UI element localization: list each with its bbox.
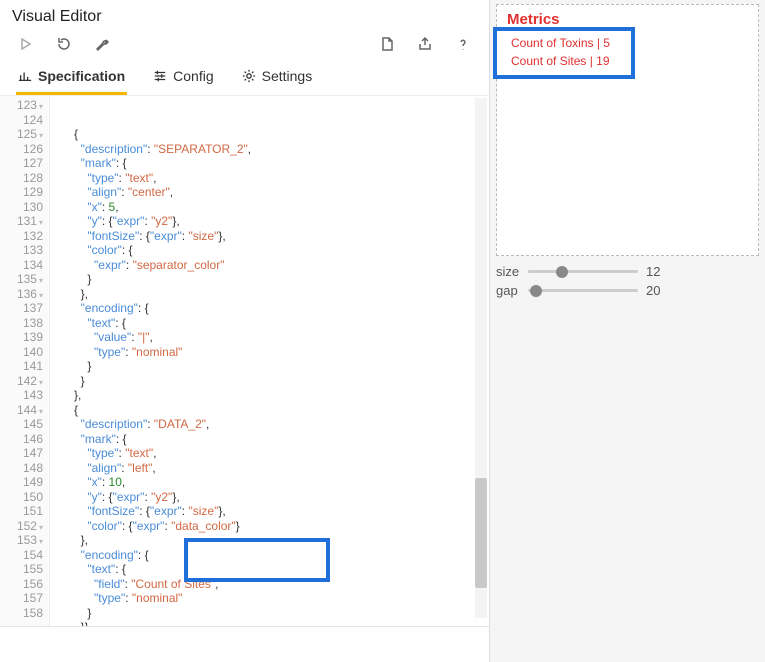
slider-thumb[interactable] xyxy=(530,285,542,297)
slider-thumb[interactable] xyxy=(556,266,568,278)
visual-editor-panel: Visual Editor Specification xyxy=(0,0,490,662)
bar-chart-icon xyxy=(18,69,32,83)
size-slider[interactable]: size 12 xyxy=(496,264,759,279)
slider-track[interactable] xyxy=(528,270,638,273)
metrics-title: Metrics xyxy=(507,11,748,28)
parameter-sliders: size 12 gap 20 xyxy=(496,264,759,302)
code-editor[interactable]: 1231241251261271281291301311321331341351… xyxy=(0,96,489,626)
editor-title: Visual Editor xyxy=(12,8,102,26)
tab-specification[interactable]: Specification xyxy=(16,62,127,95)
slider-label: size xyxy=(496,264,524,279)
slider-label: gap xyxy=(496,283,524,298)
gear-icon xyxy=(242,69,256,83)
slider-track[interactable] xyxy=(528,289,638,292)
tab-settings[interactable]: Settings xyxy=(240,62,315,95)
preview-panel: Metrics Count of Toxins | 5 Count of Sit… xyxy=(490,0,765,662)
run-icon[interactable] xyxy=(16,34,36,54)
metric-row: Count of Sites | 19 xyxy=(507,52,748,70)
code-content[interactable]: { "description": "SEPARATOR_2", "mark": … xyxy=(50,96,489,626)
tab-label: Settings xyxy=(262,68,313,84)
line-number-gutter: 1231241251261271281291301311321331341351… xyxy=(0,96,50,626)
editor-tabs: Specification Config Settings xyxy=(0,62,489,96)
tab-label: Config xyxy=(173,68,213,84)
scrollbar-thumb[interactable] xyxy=(475,478,487,588)
wrench-icon[interactable] xyxy=(92,34,112,54)
tab-label: Specification xyxy=(38,68,125,84)
help-icon[interactable] xyxy=(453,34,473,54)
new-file-icon[interactable] xyxy=(377,34,397,54)
refresh-icon[interactable] xyxy=(54,34,74,54)
editor-header: Visual Editor xyxy=(0,0,489,30)
metrics-visual[interactable]: Metrics Count of Toxins | 5 Count of Sit… xyxy=(496,4,759,256)
editor-footer xyxy=(0,626,489,662)
export-icon[interactable] xyxy=(415,34,435,54)
tab-config[interactable]: Config xyxy=(151,62,215,95)
vertical-scrollbar[interactable] xyxy=(475,98,487,618)
gap-slider[interactable]: gap 20 xyxy=(496,283,759,298)
slider-value: 12 xyxy=(646,264,660,279)
metric-row: Count of Toxins | 5 xyxy=(507,34,748,52)
sliders-icon xyxy=(153,69,167,83)
editor-toolbar xyxy=(0,30,489,62)
slider-value: 20 xyxy=(646,283,660,298)
